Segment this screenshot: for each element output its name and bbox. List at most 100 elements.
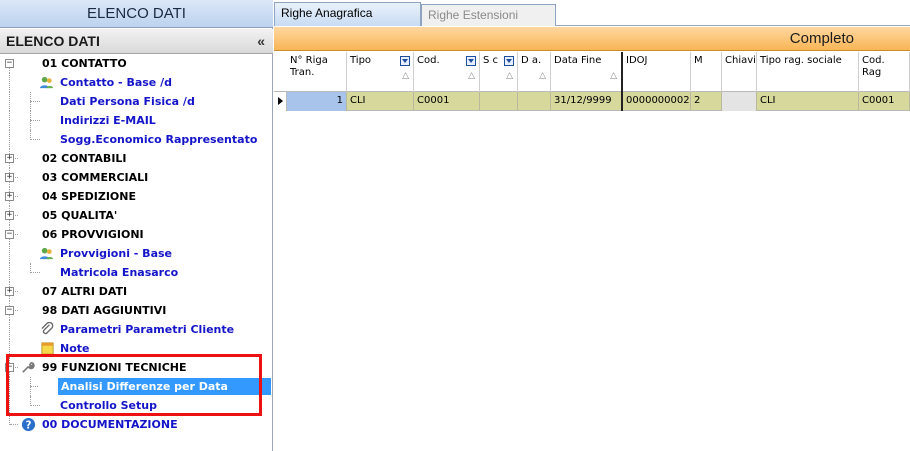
sort-icon[interactable]: △ (506, 70, 513, 82)
expand-icon[interactable]: + (5, 192, 14, 201)
column-header[interactable]: Tipo rag. sociale (757, 52, 859, 92)
tree-item-label: Provvigioni - Base (60, 247, 172, 260)
cell-m[interactable]: 2 (691, 92, 722, 111)
collapse-icon[interactable]: − (5, 230, 14, 239)
tree-item-indirizzi-email[interactable]: Indirizzi E-MAIL (0, 111, 273, 130)
cell-idoj[interactable]: 0000000002 (623, 92, 691, 111)
column-label: M (694, 55, 703, 66)
tree-group-provvigioni[interactable]: − 06 PROVVIGIONI (0, 225, 273, 244)
column-header[interactable]: D a. △ (518, 52, 551, 92)
tree-group-dati-aggiuntivi[interactable]: − 98 DATI AGGIUNTIVI (0, 301, 273, 320)
collapse-sidebar-button[interactable]: « (257, 29, 265, 54)
filter-icon[interactable] (400, 56, 410, 66)
sort-icon[interactable]: △ (539, 70, 546, 82)
tree-group-funzioni-tecniche[interactable]: − 99 FUNZIONI TECNICHE (0, 358, 273, 377)
collapse-icon[interactable]: − (5, 306, 14, 315)
tree-item-note[interactable]: Note (0, 339, 273, 358)
tree-item-label: Note (60, 342, 90, 355)
tree-item-label: Dati Persona Fisica /d (60, 95, 195, 108)
tree-item-persona-fisica[interactable]: Dati Persona Fisica /d (0, 92, 273, 111)
window-title: ELENCO DATI (0, 0, 273, 28)
tree-item-analisi-differenze[interactable]: Analisi Differenze per Data (0, 377, 273, 396)
table-row[interactable]: 1 CLI C0001 31/12/9999 0000000002 2 CLI … (274, 92, 910, 111)
tab-righe-estensioni[interactable]: Righe Estensioni (421, 4, 556, 26)
right-panel: Righe Anagrafica Righe Estensioni Comple… (274, 0, 910, 451)
tree-item-sogg-economico[interactable]: Sogg.Economico Rappresentato (0, 130, 273, 149)
svg-text:?: ? (26, 419, 32, 431)
tab-bar: Righe Anagrafica Righe Estensioni (274, 0, 910, 26)
tree-group-label: 04 SPEDIZIONE (42, 190, 136, 203)
data-tree: − 01 CONTATTO Contatto - Base /d Dati Pe… (0, 54, 273, 434)
tree-group-label: 02 CONTABILI (42, 152, 127, 165)
column-header[interactable]: Cod. Rag (859, 52, 910, 92)
tree-group-altri-dati[interactable]: + 07 ALTRI DATI (0, 282, 273, 301)
column-header[interactable]: N° Riga Tran. (287, 52, 347, 92)
users-icon (39, 76, 54, 89)
collapse-icon[interactable]: − (5, 363, 14, 372)
expand-icon[interactable]: + (5, 287, 14, 296)
column-header[interactable]: IDOJ (623, 52, 691, 92)
filter-icon[interactable] (504, 56, 514, 66)
cell-sc[interactable] (480, 92, 518, 111)
tree-group-label: 05 QUALITA' (42, 209, 118, 222)
expand-icon[interactable]: + (5, 173, 14, 182)
sort-icon[interactable]: △ (468, 70, 475, 82)
column-label: Cod. (417, 55, 440, 66)
tree-item-controllo-setup[interactable]: Controllo Setup (0, 396, 273, 415)
expand-icon[interactable]: + (5, 154, 14, 163)
tree-group-label: 06 PROVVIGIONI (42, 228, 144, 241)
tree-group-contabili[interactable]: + 02 CONTABILI (0, 149, 273, 168)
column-header[interactable]: S c △ (480, 52, 518, 92)
cell-chiavi[interactable] (722, 92, 757, 111)
column-label: S c (483, 55, 499, 66)
column-label: Tipo (350, 55, 372, 66)
tree-group-commerciali[interactable]: + 03 COMMERCIALI (0, 168, 273, 187)
cell-cod-rag[interactable]: C0001 (859, 92, 910, 111)
cell-data-fine[interactable]: 31/12/9999 (551, 92, 623, 111)
column-header[interactable]: Cod. △ (414, 52, 480, 92)
tree-item-label: Sogg.Economico Rappresentato (60, 133, 258, 146)
column-header[interactable]: M (691, 52, 722, 92)
cell-cod[interactable]: C0001 (414, 92, 480, 111)
left-panel: ELENCO DATI ELENCO DATI « − 01 CONTATTO … (0, 0, 273, 451)
tree-group-contatto[interactable]: − 01 CONTATTO (0, 54, 273, 73)
tree-group-spedizione[interactable]: + 04 SPEDIZIONE (0, 187, 273, 206)
tree-group-label: 03 COMMERCIALI (42, 171, 149, 184)
cell-riga[interactable]: 1 (287, 92, 347, 111)
tree-group-label: 99 FUNZIONI TECNICHE (42, 361, 187, 374)
collapse-icon[interactable]: − (5, 59, 14, 68)
tree-group-qualita[interactable]: + 05 QUALITA' (0, 206, 273, 225)
column-header[interactable]: Chiavi (722, 52, 757, 92)
cell-tipo[interactable]: CLI (347, 92, 414, 111)
cell-tipo-rag[interactable]: CLI (757, 92, 859, 111)
column-header[interactable]: Data Fine △ (551, 52, 623, 92)
tree-item-contatto-base[interactable]: Contatto - Base /d (0, 73, 273, 92)
tree-item-label: Controllo Setup (60, 399, 157, 412)
sort-icon[interactable]: △ (402, 70, 409, 82)
tree-item-label: Contatto - Base /d (60, 76, 172, 89)
cell-da[interactable] (518, 92, 551, 111)
column-header[interactable]: Tipo △ (347, 52, 414, 92)
filter-icon[interactable] (466, 56, 476, 66)
tree-item-matricola-enasarco[interactable]: Matricola Enasarco (0, 263, 273, 282)
tree-group-label: 01 CONTATTO (42, 57, 127, 70)
sidebar-header-label: ELENCO DATI (6, 33, 100, 49)
sidebar-header: ELENCO DATI « (0, 29, 273, 54)
column-label: Data Fine (554, 55, 602, 66)
tree-group-label: 00 DOCUMENTAZIONE (42, 418, 178, 431)
tree-group-documentazione[interactable]: ? 00 DOCUMENTAZIONE (0, 415, 273, 434)
help-icon: ? (21, 417, 36, 431)
tab-righe-anagrafica[interactable]: Righe Anagrafica (274, 2, 421, 26)
tree-item-parametri-cliente[interactable]: Parametri Parametri Cliente (0, 320, 273, 339)
users-icon (39, 247, 54, 260)
paperclip-icon (41, 322, 54, 335)
wrench-icon (22, 361, 35, 373)
tree-item-provvigioni-base[interactable]: Provvigioni - Base (0, 244, 273, 263)
column-label: N° Riga Tran. (290, 55, 328, 78)
row-selector-icon[interactable] (274, 92, 287, 111)
expand-icon[interactable]: + (5, 211, 14, 220)
sort-icon[interactable]: △ (610, 70, 617, 82)
grid-header: N° Riga Tran. Tipo △ Cod. △ S c △ D a. △ (274, 52, 910, 92)
tree-group-label: 07 ALTRI DATI (42, 285, 128, 298)
tree-item-label: Matricola Enasarco (60, 266, 179, 279)
